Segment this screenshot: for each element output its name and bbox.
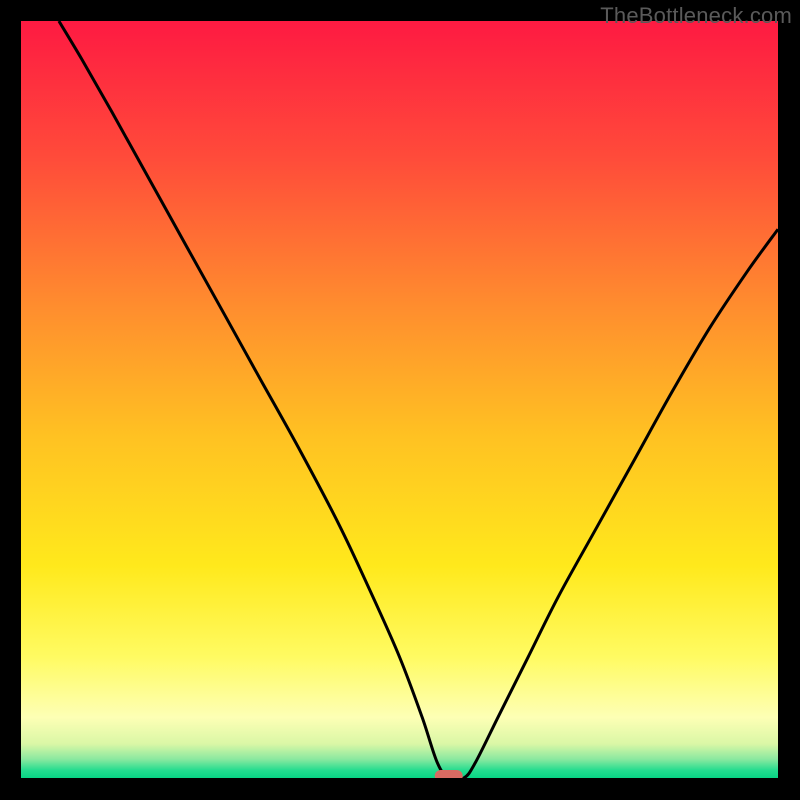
bottleneck-chart-svg [21,21,778,778]
watermark-text: TheBottleneck.com [600,3,792,29]
gradient-background [21,21,778,778]
chart-frame: TheBottleneck.com [0,0,800,800]
minimum-marker [435,770,463,778]
plot-area [21,21,778,778]
